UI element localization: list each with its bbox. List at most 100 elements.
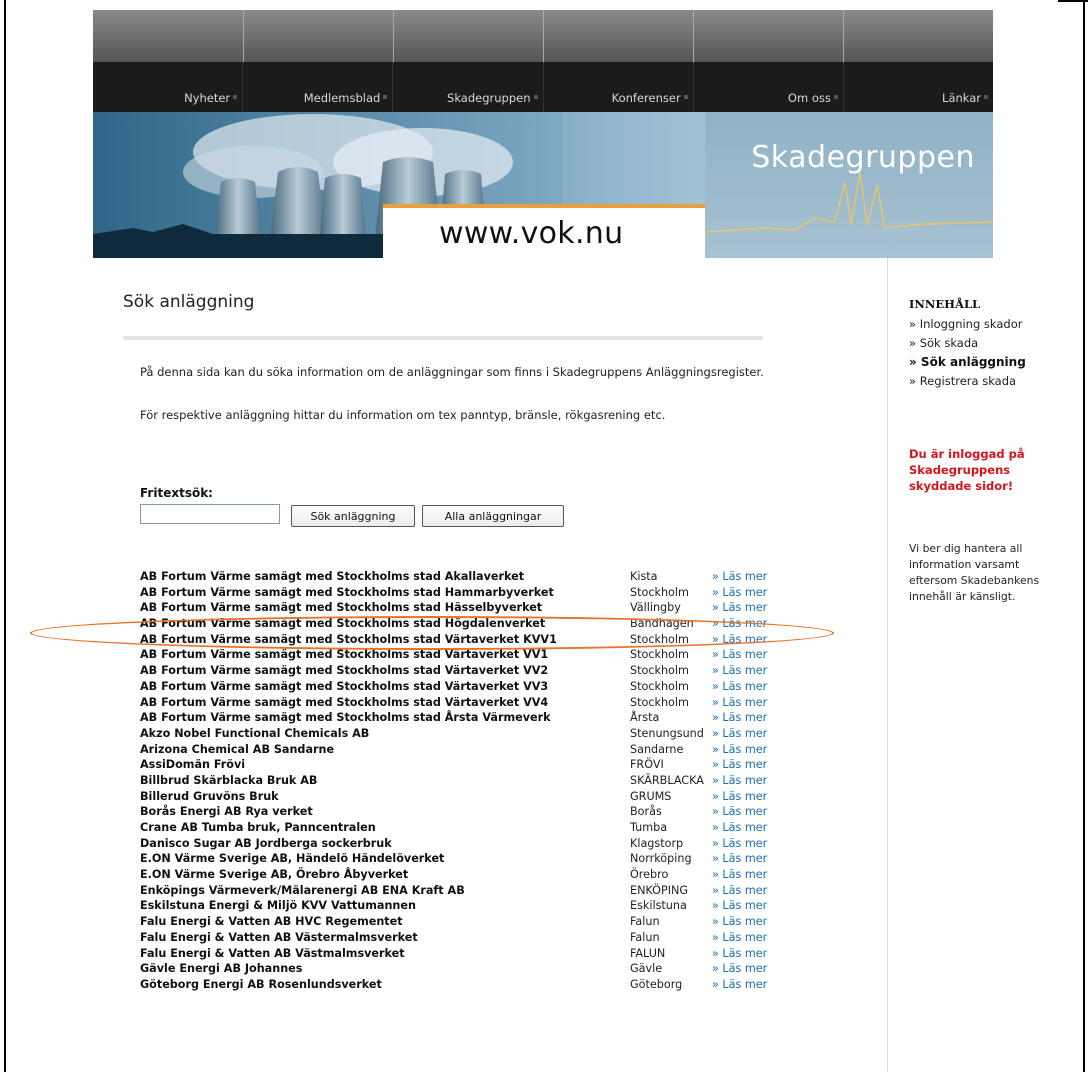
- read-more-link[interactable]: » Läs mer: [712, 663, 767, 679]
- nav-item-skadegruppen[interactable]: Skadegruppen: [393, 62, 544, 112]
- facility-row: Falu Energi & Vatten AB HVC Regementet Fa…: [140, 914, 780, 930]
- read-more-link[interactable]: » Läs mer: [712, 977, 767, 993]
- nav-item-lankar[interactable]: Länkar: [844, 62, 993, 112]
- facility-row: AB Fortum Värme samägt med Stockholms st…: [140, 585, 780, 601]
- facility-city: Falun: [630, 930, 660, 944]
- facility-row: E.ON Värme Sverige AB, Örebro Åbyverket Ö…: [140, 867, 780, 883]
- signal-graph-image: [705, 171, 993, 233]
- window-frame-left: [4, 0, 6, 1072]
- read-more-link[interactable]: » Läs mer: [712, 898, 767, 914]
- nav-label: Skadegruppen: [447, 91, 531, 105]
- read-more-link[interactable]: » Läs mer: [712, 679, 767, 695]
- facility-city: Årsta: [630, 711, 660, 725]
- facility-name: AB Fortum Värme samägt med Stockholms st…: [140, 695, 549, 709]
- intro-text-2: För respektive anläggning hittar du info…: [140, 408, 666, 422]
- facility-city: Falun: [630, 915, 660, 929]
- read-more-link[interactable]: » Läs mer: [712, 647, 767, 663]
- read-more-link[interactable]: » Läs mer: [712, 757, 767, 773]
- facility-name: Billerud Gruvöns Bruk: [140, 789, 279, 803]
- facility-name: AB Fortum Värme samägt med Stockholms st…: [140, 648, 549, 662]
- login-status-alert: Du är inloggad på Skadegruppens skyddade…: [909, 447, 1025, 493]
- facility-city: ENKÖPING: [630, 883, 689, 897]
- facility-row: AB Fortum Värme samägt med Stockholms st…: [140, 616, 780, 632]
- facility-row: AssiDomän Frövi FRÖVI » Läs mer: [140, 757, 780, 773]
- facility-city: Stockholm: [630, 664, 689, 678]
- facility-row: AB Fortum Värme samägt med Stockholms st…: [140, 569, 780, 585]
- facility-name: AssiDomän Frövi: [140, 758, 246, 772]
- facility-row: Crane AB Tumba bruk, Panncentralen Tumba »…: [140, 820, 780, 836]
- facility-name: AB Fortum Värme samägt med Stockholms st…: [140, 679, 549, 693]
- facility-row: AB Fortum Värme samägt med Stockholms st…: [140, 710, 780, 726]
- facility-city: Stockholm: [630, 695, 689, 709]
- read-more-link[interactable]: » Läs mer: [712, 789, 767, 805]
- confidentiality-note: Vi ber dig hantera all information varsa…: [909, 542, 1040, 603]
- read-more-link[interactable]: » Läs mer: [712, 569, 767, 585]
- read-more-link[interactable]: » Läs mer: [712, 804, 767, 820]
- search-button[interactable]: Sök anläggning: [291, 505, 415, 527]
- facility-name: Gävle Energi AB Johannes: [140, 962, 303, 976]
- read-more-link[interactable]: » Läs mer: [712, 726, 767, 742]
- facility-name: AB Fortum Värme samägt med Stockholms st…: [140, 617, 546, 631]
- read-more-link[interactable]: » Läs mer: [712, 632, 767, 648]
- nav-item-om-oss[interactable]: Om oss: [694, 62, 844, 112]
- banner-title: Skadegruppen: [751, 140, 975, 175]
- read-more-link[interactable]: » Läs mer: [712, 883, 767, 899]
- read-more-link[interactable]: » Läs mer: [712, 851, 767, 867]
- facility-row: AB Fortum Värme samägt med Stockholms st…: [140, 663, 780, 679]
- facility-city: Göteborg: [630, 977, 683, 991]
- facility-row: AB Fortum Värme samägt med Stockholms st…: [140, 695, 780, 711]
- banner-url: www.vok.nu: [439, 216, 624, 251]
- facility-row: Arizona Chemical AB Sandarne Sandarne » Lä…: [140, 742, 780, 758]
- sidebar-link-sok-skada[interactable]: » Sök skada: [909, 334, 1059, 353]
- facility-name: Billbrud Skärblacka Bruk AB: [140, 773, 318, 787]
- nav-item-konferenser[interactable]: Konferenser: [544, 62, 694, 112]
- nav-bullet-icon: [233, 95, 238, 99]
- read-more-link[interactable]: » Läs mer: [712, 695, 767, 711]
- search-label: Fritextsök:: [140, 486, 213, 500]
- sidebar-link-sok-anlaggning[interactable]: » Sök anläggning: [909, 353, 1059, 372]
- banner-right-panel: [705, 112, 993, 258]
- facility-row: Eskilstuna Energi & Miljö KVV Vattumanne…: [140, 898, 780, 914]
- read-more-link[interactable]: » Läs mer: [712, 742, 767, 758]
- facility-name: AB Fortum Värme samägt med Stockholms st…: [140, 601, 543, 615]
- facility-name: AB Fortum Värme samägt med Stockholms st…: [140, 664, 549, 678]
- all-facilities-button[interactable]: Alla anläggningar: [422, 505, 564, 527]
- read-more-link[interactable]: » Läs mer: [712, 961, 767, 977]
- facility-row: Billerud Gruvöns Bruk GRUMS » Läs mer: [140, 789, 780, 805]
- read-more-link[interactable]: » Läs mer: [712, 616, 767, 632]
- nav-item-medlemsblad[interactable]: Medlemsblad: [243, 62, 394, 112]
- facility-city: Borås: [630, 805, 662, 819]
- read-more-link[interactable]: » Läs mer: [712, 600, 767, 616]
- read-more-link[interactable]: » Läs mer: [712, 585, 767, 601]
- facility-row: AB Fortum Värme samägt med Stockholms st…: [140, 600, 780, 616]
- facility-row: Gävle Energi AB Johannes Gävle » Läs mer: [140, 961, 780, 977]
- read-more-link[interactable]: » Läs mer: [712, 930, 767, 946]
- facility-row: Billbrud Skärblacka Bruk AB SKÄRBLACKA » L…: [140, 773, 780, 789]
- read-more-link[interactable]: » Läs mer: [712, 773, 767, 789]
- facility-city: FRÖVI: [630, 758, 664, 772]
- facility-name: Falu Energi & Vatten AB HVC Regementet: [140, 915, 403, 929]
- nav-item-nyheter[interactable]: Nyheter: [93, 62, 244, 112]
- facility-name: E.ON Värme Sverige AB, Örebro Åbyverket: [140, 868, 409, 882]
- search-input[interactable]: [140, 504, 280, 524]
- read-more-link[interactable]: » Läs mer: [712, 914, 767, 930]
- read-more-link[interactable]: » Läs mer: [712, 867, 767, 883]
- header-banner: Skadegruppen www.vok.nu: [93, 112, 993, 258]
- facility-row: Akzo Nobel Functional Chemicals AB Stenun…: [140, 726, 780, 742]
- top-divider: [543, 10, 544, 62]
- facility-name: AB Fortum Värme samägt med Stockholms st…: [140, 632, 557, 646]
- facility-name: Eskilstuna Energi & Miljö KVV Vattumanne…: [140, 899, 416, 913]
- read-more-link[interactable]: » Läs mer: [712, 820, 767, 836]
- read-more-link[interactable]: » Läs mer: [712, 946, 767, 962]
- facility-city: Norrköping: [630, 852, 692, 866]
- read-more-link[interactable]: » Läs mer: [712, 836, 767, 852]
- sidebar-link-registrera-skada[interactable]: » Registrera skada: [909, 372, 1059, 391]
- facility-city: SKÄRBLACKA: [630, 773, 704, 787]
- facility-name: AB Fortum Värme samägt med Stockholms st…: [140, 711, 551, 725]
- facility-city: Stockholm: [630, 632, 689, 646]
- facility-city: Stockholm: [630, 679, 689, 693]
- nav-bullet-icon: [533, 95, 538, 99]
- read-more-link[interactable]: » Läs mer: [712, 710, 767, 726]
- sidebar-link-inloggning-skador[interactable]: » Inloggning skador: [909, 315, 1059, 334]
- facility-name: Arizona Chemical AB Sandarne: [140, 742, 335, 756]
